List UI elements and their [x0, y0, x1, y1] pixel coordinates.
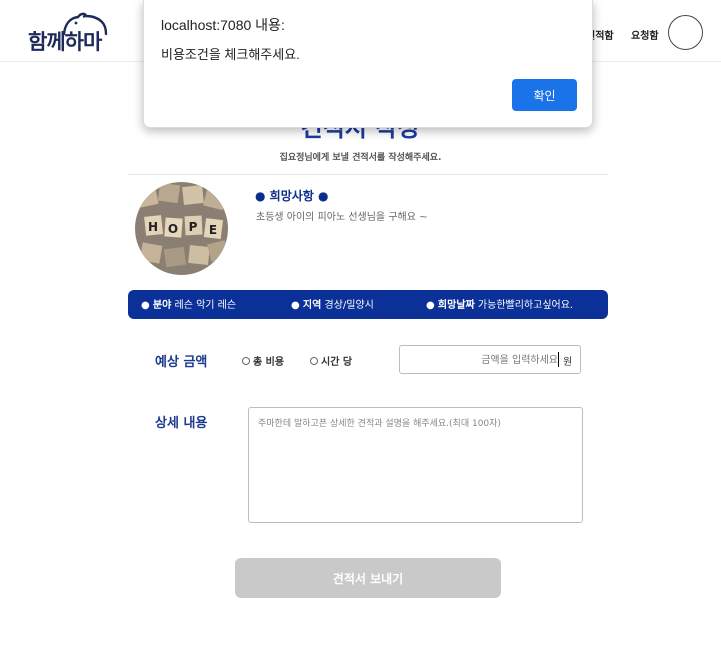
request-photo: H O P E	[135, 182, 228, 275]
radio-label: 시간 당	[321, 357, 353, 368]
send-estimate-button[interactable]: 견적서 보내기	[235, 558, 501, 598]
hope-tiles-image: H O P E	[135, 182, 228, 275]
info-key: 지역	[302, 300, 322, 311]
amount-label: 예상 금액	[155, 355, 208, 370]
detail-textarea[interactable]	[249, 408, 582, 522]
request-info-bar: ● 분야 레슨 악기 레슨 ● 지역 경상/밀양시 ● 희망날짜 가능한빨리하고…	[128, 290, 608, 319]
dialog-message: 비용조건을 체크해주세요.	[161, 47, 300, 62]
dialog-origin: localhost:7080 내용:	[161, 17, 285, 33]
detail-field[interactable]	[248, 407, 583, 523]
radio-circle-icon[interactable]	[242, 356, 250, 365]
dialog-ok-button[interactable]: 확인	[512, 79, 577, 111]
tile-letter-h: H	[148, 220, 158, 234]
amount-unit: 원	[563, 357, 573, 368]
info-value: 가능한빨리하고싶어요.	[477, 300, 574, 311]
info-value: 레슨 악기 레슨	[174, 300, 237, 311]
logo[interactable]: 함께하마	[28, 12, 120, 54]
info-date: ● 희망날짜 가능한빨리하고싶어요.	[426, 296, 573, 311]
info-key: 희망날짜	[437, 300, 475, 311]
radio-hourly[interactable]: 시간 당	[310, 353, 352, 368]
alert-dialog: localhost:7080 내용: 비용조건을 체크해주세요. 확인	[143, 0, 593, 128]
bullet-icon: ●	[291, 300, 300, 311]
detail-label: 상세 내용	[155, 416, 208, 431]
radio-total-cost[interactable]: 총 비용	[242, 353, 284, 368]
info-value: 경상/밀양시	[324, 300, 374, 311]
tile-letter-p: P	[189, 220, 198, 234]
amount-field[interactable]: 원	[399, 345, 581, 374]
bullet-icon: ●	[141, 300, 150, 311]
amount-input[interactable]	[404, 350, 558, 370]
profile-avatar[interactable]	[668, 15, 703, 50]
info-key: 분야	[152, 300, 172, 311]
info-category: ● 분야 레슨 악기 레슨	[141, 296, 236, 311]
logo-text: 함께하마	[28, 30, 102, 54]
page-subtitle: 집요정님에게 보낼 견적서를 작성해주세요.	[279, 153, 442, 163]
request-title-text: 희망사항	[269, 189, 314, 203]
divider	[128, 174, 608, 175]
tile-letter-e: E	[209, 223, 217, 237]
request-description: 초등생 아이의 피아노 선생님을 구해요 ~	[256, 212, 428, 223]
nav-request-box[interactable]: 요청함	[631, 27, 659, 42]
bullet-icon: ●	[318, 189, 329, 203]
info-region: ● 지역 경상/밀양시	[291, 296, 374, 311]
bullet-icon: ●	[426, 300, 435, 311]
radio-label: 총 비용	[253, 357, 285, 368]
tile-letter-o: O	[168, 222, 178, 236]
text-caret	[558, 352, 559, 367]
radio-circle-icon[interactable]	[310, 356, 318, 365]
bullet-icon: ●	[255, 189, 266, 203]
request-title: ● 희망사항 ●	[255, 187, 329, 204]
